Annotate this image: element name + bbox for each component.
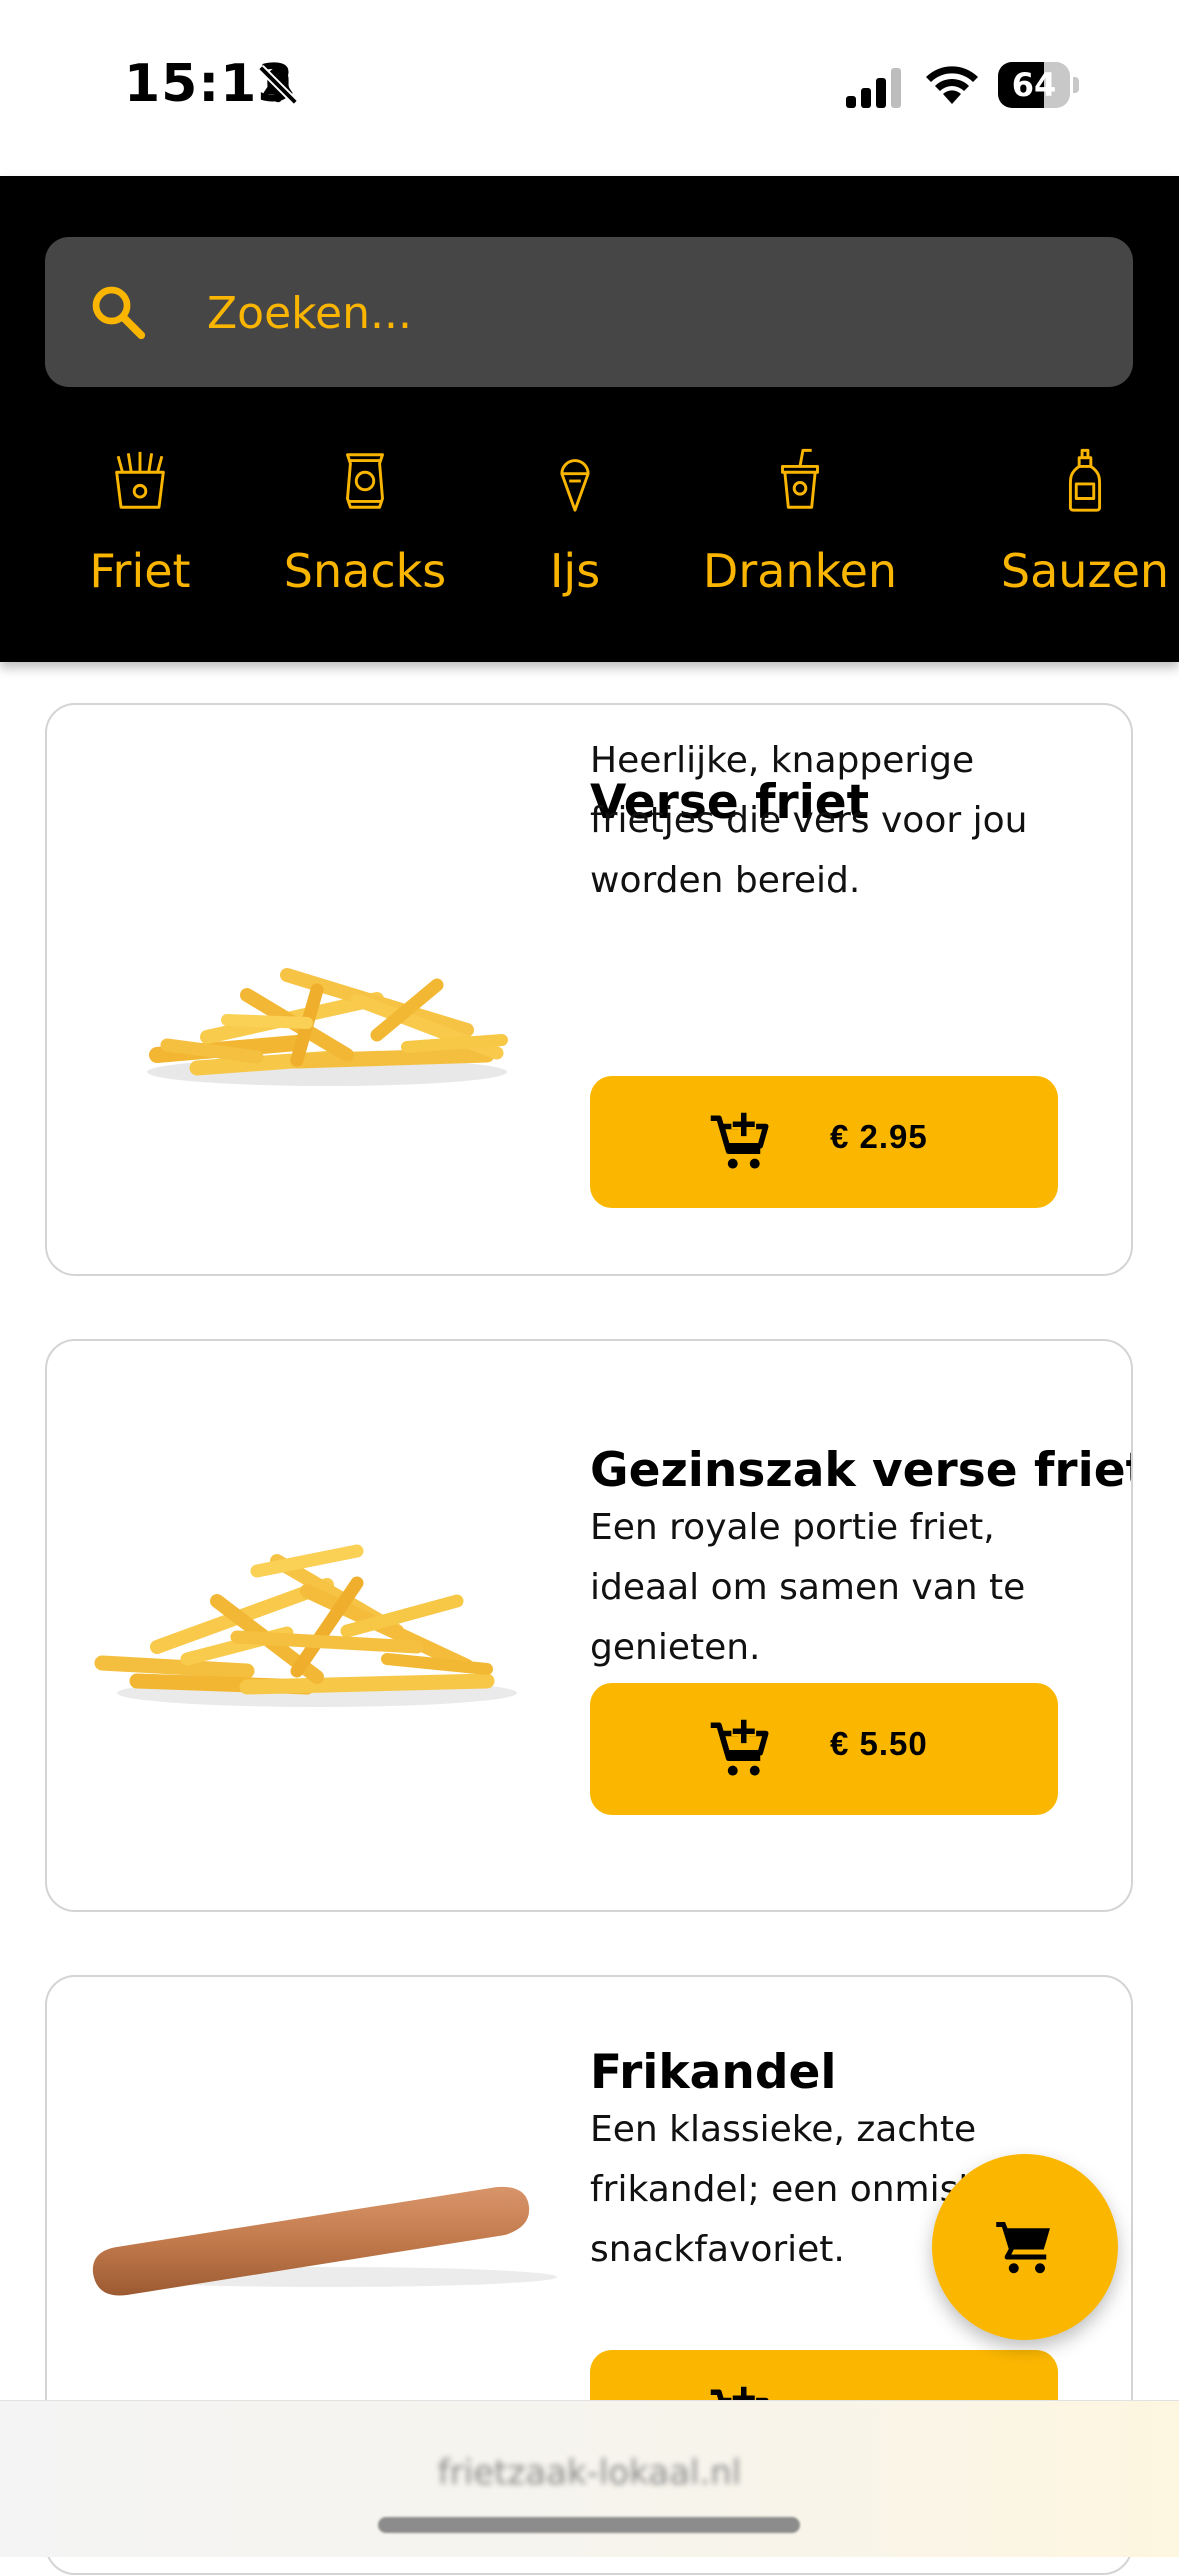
frikandel-image: [92, 2186, 557, 2296]
category-snacks[interactable]: Snacks: [270, 446, 460, 636]
add-to-cart-icon: [710, 1111, 769, 1169]
category-ijs[interactable]: Ijs: [530, 446, 620, 636]
drink-cup-icon: [781, 448, 819, 509]
cart-icon: [996, 2222, 1050, 2274]
category-label: Ijs: [549, 544, 601, 598]
ice-cream-icon: [560, 459, 590, 512]
battery-indicator: 64: [998, 62, 1080, 108]
status-bar: 15:13 64: [0, 0, 1179, 176]
sauce-bottle-icon: [1068, 448, 1102, 512]
fries-icon: [115, 451, 165, 509]
product-description: Een royale portie friet, ideaal om samen…: [590, 1507, 1026, 1668]
bell-muted-icon: [258, 65, 298, 105]
add-to-cart-button[interactable]: € 5.50: [590, 1683, 1058, 1815]
app-header: Friet Snacks Ijs Dranken: [0, 176, 1179, 662]
cellular-signal-icon: [846, 68, 901, 108]
add-to-cart-icon: [710, 1718, 769, 1776]
category-label: Dranken: [702, 544, 898, 598]
category-sauzen[interactable]: Sauzen: [990, 446, 1179, 636]
battery-percentage: 64: [1011, 66, 1057, 104]
fries-image: [147, 968, 508, 1086]
chips-bag-icon: [346, 453, 384, 509]
product-title: Frikandel: [590, 2045, 837, 2100]
add-to-cart-button[interactable]: € 2.95: [590, 1076, 1058, 1208]
product-card[interactable]: Verse friet Heerlijke, knapperige frietj…: [45, 703, 1133, 1276]
fries-pile-image: [94, 1544, 517, 1707]
category-label: Sauzen: [1000, 544, 1170, 598]
floating-cart-button[interactable]: [932, 2154, 1118, 2340]
product-price: € 2.95: [830, 1118, 928, 1155]
category-dranken[interactable]: Dranken: [690, 446, 910, 636]
wifi-icon: [926, 66, 978, 104]
browser-url[interactable]: frietzaak-lokaal.nl: [0, 2453, 1179, 2493]
search-bar[interactable]: [45, 237, 1133, 387]
product-price: € 5.50: [830, 1725, 928, 1762]
product-title: Gezinszak verse friet: [590, 1443, 1133, 1498]
home-indicator[interactable]: [378, 2517, 800, 2533]
product-card[interactable]: Gezinszak verse friet Een royale portie …: [45, 1339, 1133, 1912]
search-input[interactable]: [205, 272, 1089, 354]
browser-address-bar[interactable]: frietzaak-lokaal.nl: [0, 2400, 1179, 2557]
search-icon: [92, 286, 146, 340]
category-label: Snacks: [283, 544, 447, 598]
product-description: Heerlijke, knapperige frietjes die vers …: [590, 740, 1028, 901]
category-friet[interactable]: Friet: [70, 446, 210, 636]
category-label: Friet: [89, 544, 191, 598]
